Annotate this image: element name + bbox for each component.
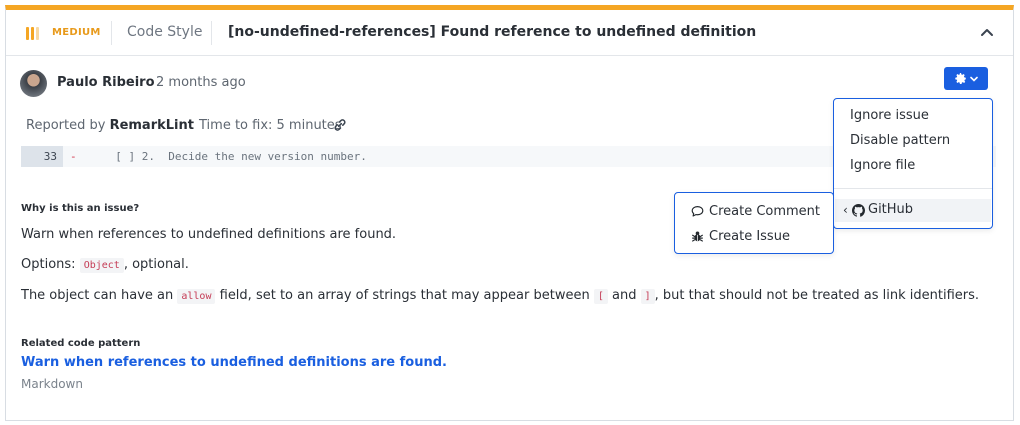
bug-icon [692,230,703,242]
severity-label: MEDIUM [52,27,101,38]
chevron-left-icon: ‹ [843,203,848,217]
related-pattern-link[interactable]: Warn when references to undefined defini… [21,355,447,370]
inline-code: ] [640,289,655,304]
inline-code: [ [593,289,608,304]
header-divider [111,21,112,45]
menu-divider [834,188,992,189]
issue-header[interactable]: MEDIUM Code Style [no-undefined-referenc… [6,10,1013,56]
explanation-summary: Warn when references to undefined defini… [21,227,397,242]
chevron-down-icon [970,76,978,82]
github-icon [852,204,865,217]
time-ago: 2 months ago [156,75,246,90]
related-heading: Related code pattern [21,338,141,349]
why-heading: Why is this an issue? [21,203,140,214]
link-icon[interactable] [333,118,347,132]
menu-item-ignore-file[interactable]: Ignore file [850,158,915,173]
inline-code: allow [177,289,216,304]
issue-title: [no-undefined-references] Found referenc… [228,24,757,40]
issue-category: Code Style [127,24,203,40]
comment-icon [691,205,704,217]
severity-bars-icon [26,27,40,40]
inline-code: Object [79,258,124,273]
avatar [20,70,47,97]
create-comment-button[interactable]: Create Comment [691,202,820,220]
menu-item-ignore-issue[interactable]: Ignore issue [850,108,929,123]
chevron-up-icon[interactable] [978,24,996,42]
time-to-fix: Time to fix: 5 minutes [199,118,342,133]
line-number: 33 [21,146,63,167]
reporter-name: RemarkLint [109,118,194,133]
settings-button[interactable] [944,67,988,90]
github-label: GitHub [868,202,914,217]
explanation-options: Options: Object, optional. [21,257,189,273]
menu-item-disable-pattern[interactable]: Disable pattern [850,133,950,148]
author-name: Paulo Ribeiro [57,75,155,90]
github-submenu: Create Comment Create Issue [674,192,834,254]
gear-icon [955,72,966,85]
settings-menu: Ignore issue Disable pattern Ignore file… [833,98,993,229]
create-comment-label: Create Comment [709,203,821,219]
menu-item-github[interactable]: ‹ GitHub [835,199,991,222]
diff-marker: - [70,150,77,163]
reported-by: Reported by RemarkLint [26,118,194,133]
code-text: [ ] 2. Decide the new version number. [102,150,367,163]
create-issue-button[interactable]: Create Issue [691,227,790,245]
create-issue-label: Create Issue [709,228,790,244]
header-divider [211,21,212,45]
pattern-language: Markdown [21,377,83,391]
explanation-details: The object can have an allow field, set … [21,288,980,304]
